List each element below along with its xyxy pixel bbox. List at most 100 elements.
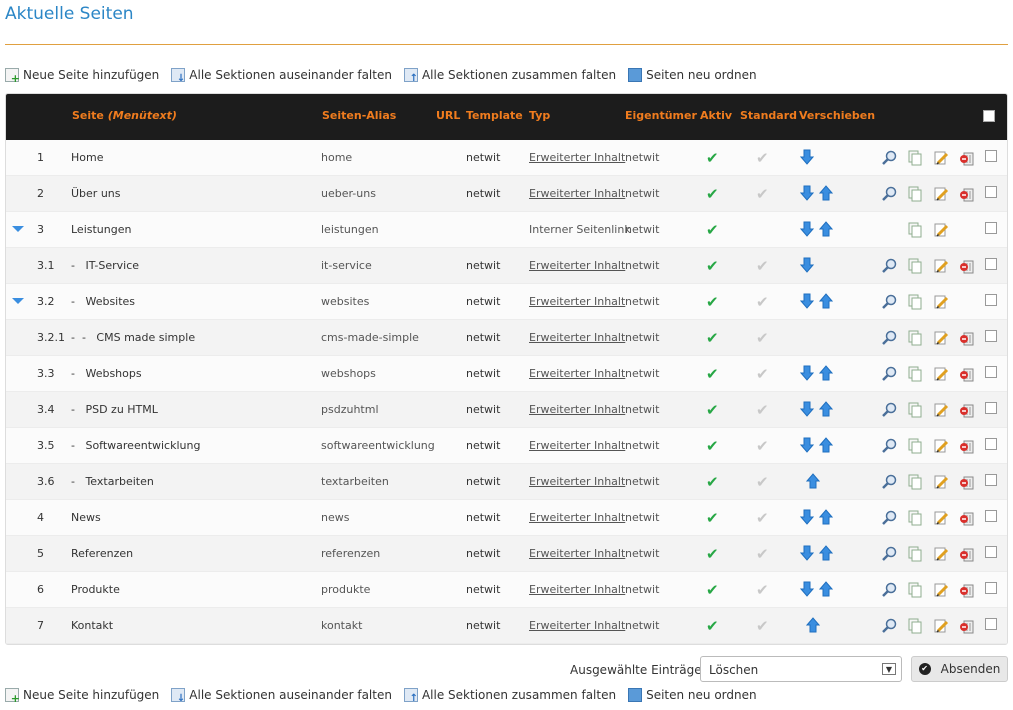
edit-page-icon[interactable] [933, 294, 949, 310]
delete-page-icon[interactable] [959, 618, 975, 634]
col-template[interactable]: Template [466, 109, 523, 122]
copy-page-icon[interactable] [907, 546, 923, 562]
move-up-icon[interactable] [819, 509, 833, 525]
row-select-checkbox[interactable] [985, 438, 997, 450]
delete-page-icon[interactable] [959, 366, 975, 382]
active-check-icon[interactable]: ✔ [706, 545, 719, 563]
page-name-link[interactable]: - Softwareentwicklung [71, 439, 200, 452]
page-name-link[interactable]: Leistungen [71, 223, 131, 236]
move-down-icon[interactable] [800, 401, 814, 417]
view-page-icon[interactable] [881, 258, 897, 274]
action-reorder[interactable]: Seiten neu ordnen [628, 688, 757, 702]
copy-page-icon[interactable] [907, 402, 923, 418]
content-type-link[interactable]: Erweiterter Inhalt [529, 331, 625, 344]
active-check-icon[interactable]: ✔ [706, 509, 719, 527]
default-check-icon[interactable]: ✔ [756, 509, 769, 527]
select-all-checkbox[interactable] [983, 110, 995, 122]
content-type-link[interactable]: Erweiterter Inhalt [529, 511, 625, 524]
expand-toggle-icon[interactable] [12, 298, 24, 304]
edit-page-icon[interactable] [933, 186, 949, 202]
view-page-icon[interactable] [881, 366, 897, 382]
delete-page-icon[interactable] [959, 258, 975, 274]
view-page-icon[interactable] [881, 150, 897, 166]
active-check-icon[interactable]: ✔ [706, 149, 719, 167]
default-check-icon[interactable]: ✔ [756, 617, 769, 635]
move-down-icon[interactable] [800, 581, 814, 597]
page-name-link[interactable]: News [71, 511, 101, 524]
copy-page-icon[interactable] [907, 330, 923, 346]
default-check-icon[interactable]: ✔ [756, 437, 769, 455]
col-alias[interactable]: Seiten-Alias [322, 109, 396, 122]
edit-page-icon[interactable] [933, 366, 949, 382]
content-type-link[interactable]: Erweiterter Inhalt [529, 475, 625, 488]
edit-page-icon[interactable] [933, 618, 949, 634]
page-name-link[interactable]: - Websites [71, 295, 135, 308]
edit-page-icon[interactable] [933, 474, 949, 490]
col-url[interactable]: URL [436, 109, 460, 122]
move-down-icon[interactable] [800, 221, 814, 237]
page-name-link[interactable]: - Textarbeiten [71, 475, 154, 488]
page-name-link[interactable]: Kontakt [71, 619, 113, 632]
view-page-icon[interactable] [881, 546, 897, 562]
delete-page-icon[interactable] [959, 330, 975, 346]
default-check-icon[interactable]: ✔ [756, 365, 769, 383]
copy-page-icon[interactable] [907, 294, 923, 310]
edit-page-icon[interactable] [933, 510, 949, 526]
view-page-icon[interactable] [881, 510, 897, 526]
page-name-link[interactable]: Referenzen [71, 547, 133, 560]
page-name-link[interactable]: - PSD zu HTML [71, 403, 158, 416]
move-up-icon[interactable] [819, 293, 833, 309]
active-check-icon[interactable]: ✔ [706, 257, 719, 275]
delete-page-icon[interactable] [959, 582, 975, 598]
content-type-link[interactable]: Erweiterter Inhalt [529, 439, 625, 452]
content-type-link[interactable]: Erweiterter Inhalt [529, 547, 625, 560]
row-select-checkbox[interactable] [985, 222, 997, 234]
submit-button[interactable]: ✔ Absenden [911, 656, 1008, 682]
view-page-icon[interactable] [881, 294, 897, 310]
delete-page-icon[interactable] [959, 546, 975, 562]
content-type-link[interactable]: Erweiterter Inhalt [529, 295, 625, 308]
col-owner[interactable]: Eigentümer [625, 109, 697, 122]
active-check-icon[interactable]: ✔ [706, 617, 719, 635]
move-up-icon[interactable] [819, 221, 833, 237]
move-up-icon[interactable] [806, 617, 820, 633]
page-name-link[interactable]: Produkte [71, 583, 120, 596]
active-check-icon[interactable]: ✔ [706, 293, 719, 311]
action-collapse-all[interactable]: Alle Sektionen zusammen falten [403, 688, 616, 704]
row-select-checkbox[interactable] [985, 186, 997, 198]
view-page-icon[interactable] [881, 402, 897, 418]
move-up-icon[interactable] [819, 545, 833, 561]
view-page-icon[interactable] [881, 582, 897, 598]
move-down-icon[interactable] [800, 437, 814, 453]
move-down-icon[interactable] [800, 257, 814, 273]
row-select-checkbox[interactable] [985, 546, 997, 558]
row-select-checkbox[interactable] [985, 150, 997, 162]
move-up-icon[interactable] [819, 185, 833, 201]
default-check-icon[interactable]: ✔ [756, 185, 769, 203]
copy-page-icon[interactable] [907, 222, 923, 238]
active-check-icon[interactable]: ✔ [706, 329, 719, 347]
action-reorder[interactable]: Seiten neu ordnen [628, 68, 757, 82]
copy-page-icon[interactable] [907, 510, 923, 526]
page-name-link[interactable]: - IT-Service [71, 259, 139, 272]
move-down-icon[interactable] [800, 509, 814, 525]
default-check-icon[interactable]: ✔ [756, 473, 769, 491]
copy-page-icon[interactable] [907, 150, 923, 166]
content-type-link[interactable]: Erweiterter Inhalt [529, 619, 625, 632]
expand-toggle-icon[interactable] [12, 226, 24, 232]
delete-page-icon[interactable] [959, 438, 975, 454]
action-add-page[interactable]: Neue Seite hinzufügen [5, 68, 159, 85]
col-typ[interactable]: Typ [529, 109, 550, 122]
active-check-icon[interactable]: ✔ [706, 581, 719, 599]
move-down-icon[interactable] [800, 149, 814, 165]
action-add-page[interactable]: Neue Seite hinzufügen [5, 688, 159, 705]
move-down-icon[interactable] [800, 365, 814, 381]
page-name-link[interactable]: Home [71, 151, 103, 164]
edit-page-icon[interactable] [933, 438, 949, 454]
default-check-icon[interactable]: ✔ [756, 545, 769, 563]
active-check-icon[interactable]: ✔ [706, 473, 719, 491]
row-select-checkbox[interactable] [985, 582, 997, 594]
edit-page-icon[interactable] [933, 330, 949, 346]
move-down-icon[interactable] [800, 185, 814, 201]
active-check-icon[interactable]: ✔ [706, 221, 719, 239]
